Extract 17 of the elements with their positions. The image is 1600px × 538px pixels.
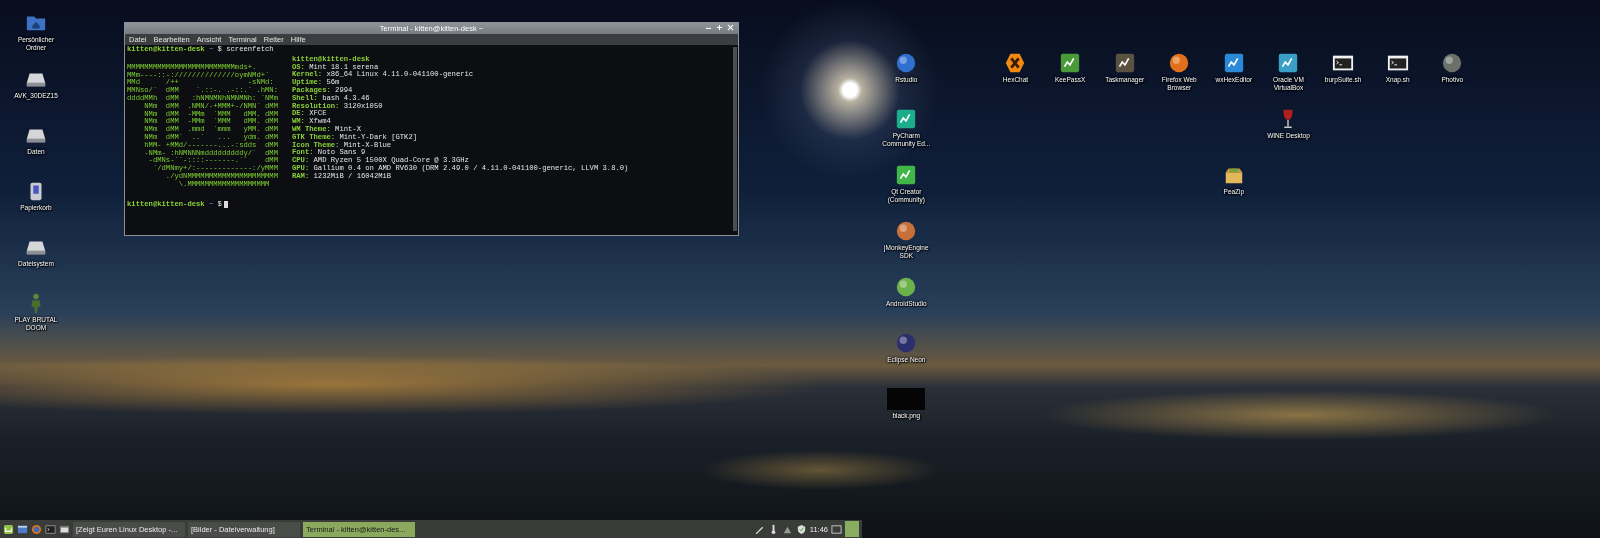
shield-icon[interactable]	[795, 523, 807, 535]
hexagon-icon[interactable]	[1004, 52, 1027, 74]
window-icon[interactable]	[17, 523, 28, 535]
image-thumbnail[interactable]	[887, 388, 926, 410]
activity-monitor-icon[interactable]	[1113, 52, 1136, 74]
sphere-icon[interactable]	[895, 52, 918, 74]
maximize-icon[interactable]	[716, 24, 723, 31]
disc-icon[interactable]	[1441, 52, 1464, 74]
close-icon[interactable]	[727, 24, 734, 31]
window-icon[interactable]	[59, 523, 70, 535]
app-tile-icon[interactable]	[1222, 52, 1245, 74]
app-tile-icon[interactable]	[895, 164, 918, 186]
app-tile-icon[interactable]	[895, 108, 918, 130]
window-icon[interactable]	[831, 523, 842, 535]
text-cursor	[223, 200, 228, 208]
scrollbar[interactable]	[733, 47, 737, 231]
menu-icon[interactable]	[3, 523, 14, 535]
